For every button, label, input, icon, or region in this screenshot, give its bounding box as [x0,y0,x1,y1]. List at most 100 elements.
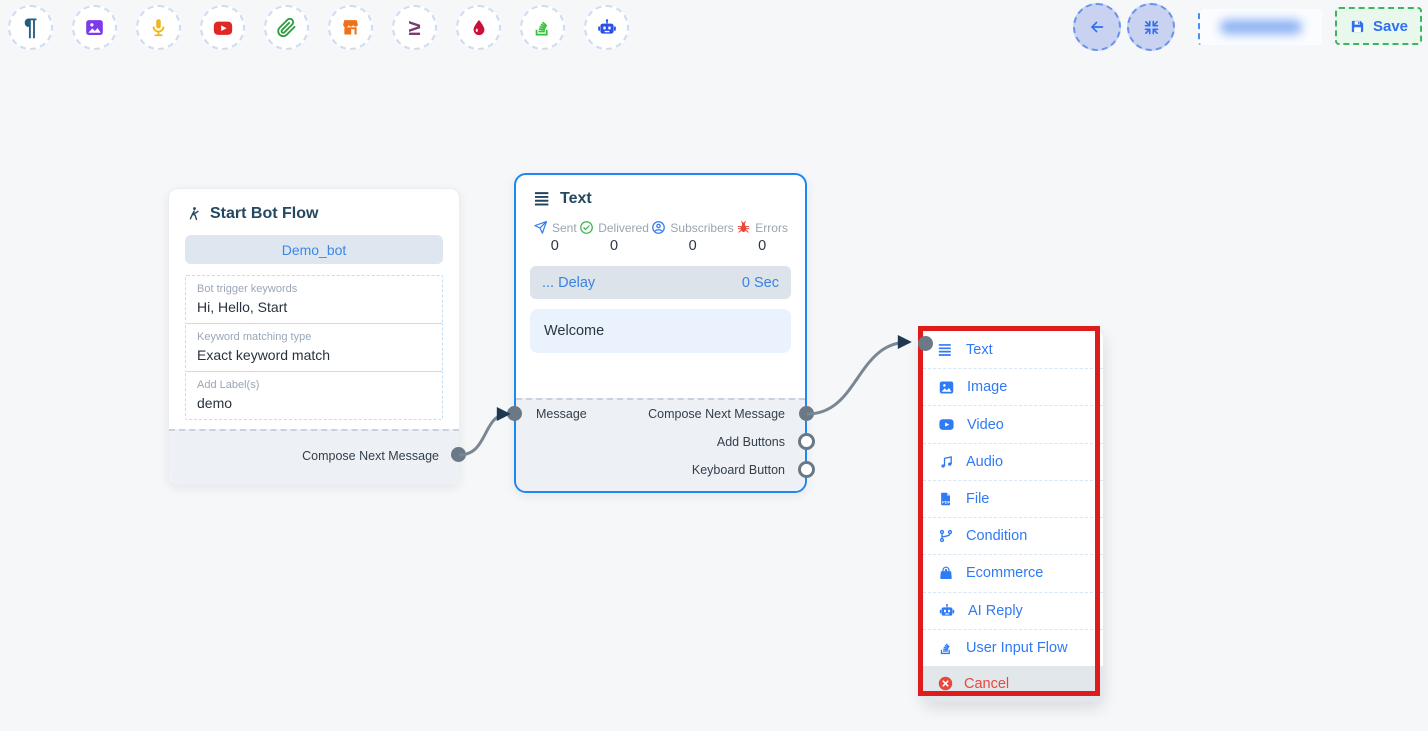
redacted-flow-name [1220,20,1302,34]
bug-icon [736,220,751,235]
field-value: demo [197,394,431,414]
flow-builder-page: ¶ ≥ [0,0,1428,731]
ai-robot-icon [596,17,618,39]
start-node-header: Start Bot Flow [169,189,459,231]
menu-item-label: Condition [966,528,1027,544]
cancel-circle-icon [937,675,954,692]
stat-value: 0 [610,238,618,254]
menu-item-label: Image [967,379,1007,395]
menu-item-ecommerce[interactable]: Ecommerce [923,555,1103,592]
stat-sent: Sent 0 [533,220,577,254]
attachment-icon [276,17,297,38]
check-circle-icon [579,220,594,235]
menu-item-video[interactable]: Video [923,406,1103,443]
toolbar-video-button[interactable] [200,5,245,50]
keyboard-button-output-handle[interactable] [798,461,815,478]
delay-label: ... Delay [542,275,595,291]
menu-item-label: Audio [966,454,1003,470]
field-add-labels[interactable]: Add Label(s) demo [185,371,443,420]
flow-name-button-redacted[interactable] [1198,9,1322,45]
menu-item-image[interactable]: Image [923,369,1103,406]
toolbar-ecommerce-button[interactable] [328,5,373,50]
text-message-node[interactable]: Text Sent 0 Delivered 0 Subscri [514,173,807,493]
text-node-title: Text [560,190,592,208]
add-buttons-output-handle[interactable] [798,433,815,450]
toolbar-user-input-flow-button[interactable] [520,5,565,50]
input-label: Message [536,400,587,428]
menu-item-audio[interactable]: Audio [923,444,1103,481]
text-node-header: Text [516,175,805,214]
ai-robot-icon [938,602,956,620]
toolbar-drip-button[interactable] [456,5,501,50]
message-input-handle[interactable] [507,406,522,421]
image-icon [84,17,105,38]
menu-item-label: Video [967,417,1004,433]
toolbar-condition-button[interactable]: ≥ [392,5,437,50]
microphone-icon [148,17,169,38]
bot-name-button[interactable]: Demo_bot [185,235,443,264]
stat-label: Delivered [598,221,649,235]
back-button[interactable] [1073,3,1121,51]
branch-icon [938,528,954,544]
toolbar-ai-reply-button[interactable] [584,5,629,50]
output-keyboard-button: Keyboard Button [516,456,805,484]
start-node-title: Start Bot Flow [210,205,318,223]
menu-input-handle[interactable] [918,336,933,351]
compress-icon [1143,19,1160,36]
save-button[interactable]: Save [1335,7,1422,45]
start-bot-flow-node[interactable]: Start Bot Flow Demo_bot Bot trigger keyw… [168,188,460,485]
next-message-type-menu: Text Image Video Audio PDF File Conditio… [923,330,1103,702]
stat-errors: Errors 0 [736,220,788,254]
video-play-icon [938,416,955,433]
field-label: Add Label(s) [197,377,431,394]
image-icon [938,379,955,396]
compose-next-output-handle[interactable] [799,406,814,421]
menu-item-label: File [966,491,989,507]
menu-item-text[interactable]: Text [923,332,1103,369]
save-label: Save [1373,18,1408,35]
delay-setting[interactable]: ... Delay 0 Sec [530,266,791,299]
shopping-bag-icon [938,565,954,581]
text-pilcrow-icon: ¶ [24,16,37,40]
condition-gte-icon: ≥ [408,17,420,39]
menu-item-cancel[interactable]: Cancel [923,666,1103,702]
text-lines-icon [938,342,954,358]
stat-value: 0 [551,238,559,254]
message-text-box[interactable]: Welcome [530,309,791,353]
arrow-left-icon [1087,17,1107,37]
file-pdf-icon: PDF [938,491,954,507]
store-icon [340,17,361,38]
menu-item-file[interactable]: PDF File [923,481,1103,518]
video-play-icon [212,17,234,39]
stat-label: Sent [552,221,577,235]
start-output-label: Compose Next Message [169,431,459,482]
field-label: Keyword matching type [197,329,431,346]
send-icon [533,220,548,235]
field-keyword-matching-type[interactable]: Keyword matching type Exact keyword matc… [185,323,443,372]
menu-item-ai-reply[interactable]: AI Reply [923,593,1103,630]
menu-item-condition[interactable]: Condition [923,518,1103,555]
message-stats: Sent 0 Delivered 0 Subscribers 0 [533,220,788,254]
start-output-handle[interactable] [451,447,466,462]
stat-label: Errors [755,221,788,235]
fit-view-button[interactable] [1127,3,1175,51]
toolbar-audio-button[interactable] [136,5,181,50]
text-node-footer: Message Compose Next Message Add Buttons… [516,398,805,491]
menu-item-label: User Input Flow [966,640,1068,656]
toolbar-text-button[interactable]: ¶ [8,5,53,50]
subscriber-icon [651,220,666,235]
stat-delivered: Delivered 0 [579,220,649,254]
stat-label: Subscribers [670,221,733,235]
menu-item-user-input-flow[interactable]: User Input Flow [923,630,1103,666]
menu-cancel-label: Cancel [964,676,1009,692]
start-node-footer: Compose Next Message [169,429,459,484]
drip-drop-icon [469,18,489,38]
field-value: Hi, Hello, Start [197,298,431,318]
walking-person-icon [185,206,202,223]
toolbar-file-button[interactable] [264,5,309,50]
music-note-icon [938,454,954,470]
field-bot-trigger-keywords[interactable]: Bot trigger keywords Hi, Hello, Start [185,275,443,324]
toolbar-image-button[interactable] [72,5,117,50]
menu-item-label: Ecommerce [966,565,1043,581]
delay-value: 0 Sec [742,275,779,291]
